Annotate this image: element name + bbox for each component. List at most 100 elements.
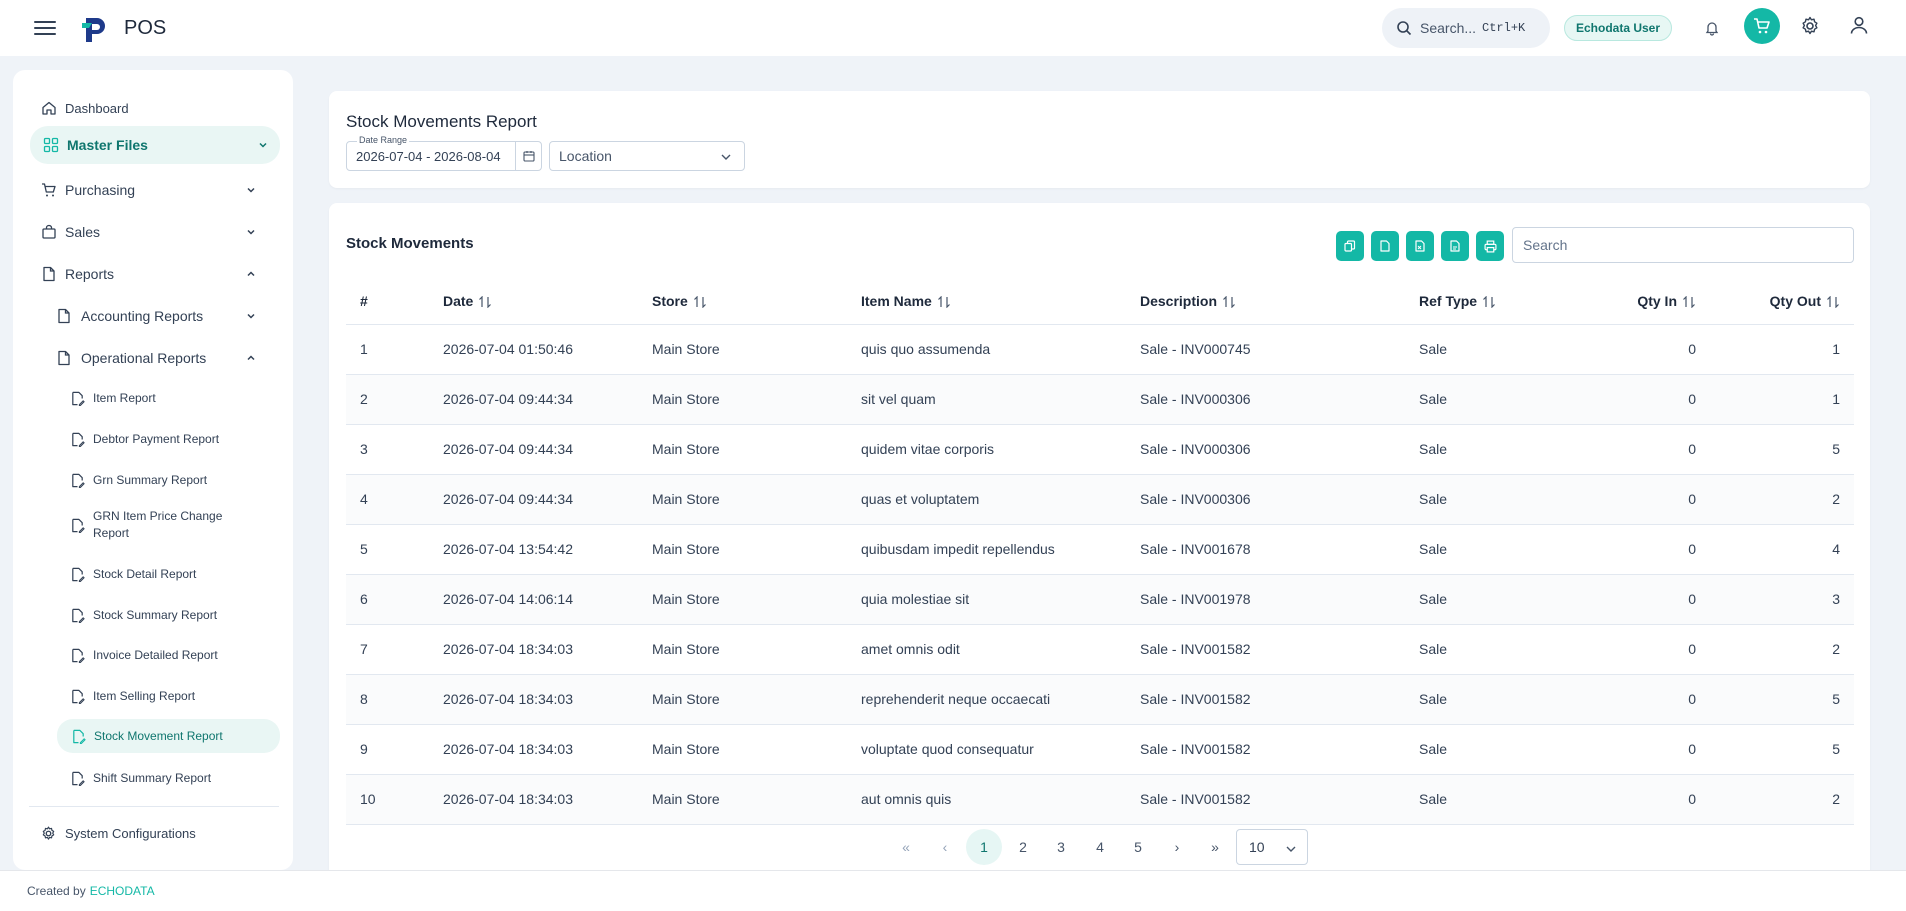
file-pdf-icon bbox=[1450, 240, 1460, 252]
copy-icon bbox=[1344, 240, 1356, 252]
export-pdf-button[interactable] bbox=[1441, 231, 1469, 261]
sidebar-item-stock-summary-report[interactable]: Stock Summary Report bbox=[70, 603, 217, 627]
chevron-down-icon bbox=[247, 229, 255, 235]
grid-icon bbox=[43, 137, 59, 153]
column-header-item-name[interactable]: Item Name bbox=[847, 278, 1126, 325]
sidebar-item-stock-movement-report[interactable]: Stock Movement Report bbox=[57, 719, 280, 753]
page-button-4[interactable]: 4 bbox=[1082, 829, 1118, 865]
sort-icon[interactable] bbox=[1482, 296, 1496, 309]
table-row[interactable]: 7 2026-07-04 18:34:03 Main Store amet omnis… bbox=[346, 624, 1854, 675]
export-excel-button[interactable] bbox=[1406, 231, 1434, 261]
chevron-up-icon bbox=[247, 355, 255, 361]
sort-icon[interactable] bbox=[937, 296, 951, 309]
sidebar-item-label: System Configurations bbox=[65, 825, 196, 841]
table-row[interactable]: 5 2026-07-04 13:54:42 Main Store quibusdam … bbox=[346, 524, 1854, 575]
first-page-button[interactable]: « bbox=[888, 829, 924, 865]
file-icon bbox=[1380, 240, 1390, 252]
table-row[interactable]: 1 2026-07-04 01:50:46 Main Store quis quo a… bbox=[346, 324, 1854, 375]
rows-per-page-select[interactable]: 10 bbox=[1236, 829, 1308, 865]
sidebar-item-label: Master Files bbox=[67, 137, 148, 153]
sidebar-item-label: Shift Summary Report bbox=[93, 771, 212, 785]
sidebar-item-item-report[interactable]: Item Report bbox=[70, 386, 156, 410]
file-edit-icon bbox=[72, 567, 85, 582]
print-button[interactable] bbox=[1476, 231, 1504, 261]
column-header-description[interactable]: Description bbox=[1126, 278, 1405, 325]
table-row[interactable]: 2 2026-07-04 09:44:34 Main Store sit vel qu… bbox=[346, 374, 1854, 425]
global-search[interactable]: Search... Ctrl+K bbox=[1382, 8, 1550, 48]
footer-brand-link[interactable]: ECHODATA bbox=[90, 884, 155, 898]
search-icon bbox=[1397, 21, 1412, 36]
stock-movements-card: Stock Movements # Date Store Item Name D… bbox=[329, 203, 1870, 911]
sidebar-item-master-files[interactable]: Master Files bbox=[30, 126, 280, 164]
page-button-3[interactable]: 3 bbox=[1043, 829, 1079, 865]
bag-icon bbox=[42, 224, 56, 239]
sidebar-item-accounting-reports[interactable]: Accounting Reports bbox=[56, 303, 280, 329]
table-title: Stock Movements bbox=[346, 235, 474, 252]
sidebar-item-system-configurations[interactable]: System Configurations bbox=[41, 820, 196, 846]
table-row[interactable]: 6 2026-07-04 14:06:14 Main Store quia moles… bbox=[346, 574, 1854, 625]
sort-icon[interactable] bbox=[1826, 296, 1840, 309]
sort-icon[interactable] bbox=[693, 296, 707, 309]
prev-page-button[interactable]: ‹ bbox=[927, 829, 963, 865]
date-range-field[interactable]: Date Range 2026-07-04 - 2026-08-04 bbox=[346, 135, 542, 171]
sidebar-item-label: Operational Reports bbox=[81, 350, 207, 366]
page-button-5[interactable]: 5 bbox=[1120, 829, 1156, 865]
sidebar-item-grn-item-price-change-report[interactable]: GRN Item Price Change Report bbox=[70, 508, 250, 542]
page-button-2[interactable]: 2 bbox=[1005, 829, 1041, 865]
sidebar-item-reports[interactable]: Reports bbox=[41, 261, 280, 287]
sidebar-item-label: Accounting Reports bbox=[81, 308, 204, 324]
sidebar-item-debtor-payment-report[interactable]: Debtor Payment Report bbox=[70, 427, 219, 451]
next-page-button[interactable]: › bbox=[1159, 829, 1195, 865]
printer-icon bbox=[1483, 239, 1497, 253]
sidebar-item-label: Debtor Payment Report bbox=[93, 432, 220, 446]
file-icon bbox=[43, 266, 55, 282]
sidebar-item-item-selling-report[interactable]: Item Selling Report bbox=[70, 684, 195, 708]
location-select[interactable]: Location bbox=[549, 141, 745, 171]
column-header-store[interactable]: Store bbox=[638, 278, 847, 325]
sidebar-item-stock-detail-report[interactable]: Stock Detail Report bbox=[70, 562, 196, 586]
menu-icon[interactable] bbox=[34, 18, 56, 38]
sidebar-item-shift-summary-report[interactable]: Shift Summary Report bbox=[70, 766, 211, 790]
search-shortcut: Ctrl+K bbox=[1482, 21, 1526, 35]
pagination: « ‹ 1 2 3 4 5 › » 10 bbox=[329, 829, 1870, 865]
sort-icon[interactable] bbox=[1682, 296, 1696, 309]
export-csv-button[interactable] bbox=[1371, 231, 1399, 261]
table-row[interactable]: 8 2026-07-04 18:34:03 Main Store reprehende… bbox=[346, 674, 1854, 725]
user-icon[interactable] bbox=[1846, 12, 1872, 38]
table-row[interactable]: 10 2026-07-04 18:34:03 Main Store aut omnis… bbox=[346, 774, 1854, 825]
table-row[interactable]: 4 2026-07-04 09:44:34 Main Store quas et vo… bbox=[346, 474, 1854, 525]
cart-button[interactable] bbox=[1744, 8, 1780, 44]
sidebar-item-label: Stock Summary Report bbox=[93, 608, 218, 622]
gear-icon bbox=[42, 826, 55, 840]
gear-icon[interactable] bbox=[1798, 14, 1822, 38]
sidebar-item-label: Item Report bbox=[93, 391, 156, 405]
table-row[interactable]: 9 2026-07-04 18:34:03 Main Store voluptate … bbox=[346, 724, 1854, 775]
sort-icon[interactable] bbox=[1222, 296, 1236, 309]
table-row[interactable]: 3 2026-07-04 09:44:34 Main Store quidem vit… bbox=[346, 424, 1854, 475]
sidebar-item-operational-reports[interactable]: Operational Reports bbox=[56, 345, 280, 371]
page-button-1[interactable]: 1 bbox=[966, 829, 1002, 865]
calendar-icon[interactable] bbox=[515, 142, 541, 170]
sidebar-item-grn-summary-report[interactable]: Grn Summary Report bbox=[70, 468, 207, 492]
column-header-ref-type[interactable]: Ref Type bbox=[1405, 278, 1565, 325]
file-icon bbox=[58, 308, 70, 324]
sidebar-item-purchasing[interactable]: Purchasing bbox=[41, 177, 280, 203]
sidebar-item-label: Dashboard bbox=[65, 100, 129, 116]
sidebar-item-dashboard[interactable]: Dashboard bbox=[41, 95, 129, 121]
user-badge[interactable]: Echodata User bbox=[1564, 15, 1673, 41]
table-search-input[interactable] bbox=[1512, 227, 1854, 263]
bell-icon[interactable] bbox=[1700, 16, 1724, 40]
copy-button[interactable] bbox=[1336, 231, 1364, 261]
search-placeholder: Search... bbox=[1420, 20, 1477, 36]
sidebar-item-sales[interactable]: Sales bbox=[41, 219, 280, 245]
column-header-qty-in[interactable]: Qty In bbox=[1565, 278, 1710, 325]
file-edit-icon bbox=[72, 608, 85, 623]
file-icon bbox=[58, 350, 70, 366]
last-page-button[interactable]: » bbox=[1197, 829, 1233, 865]
sort-icon[interactable] bbox=[478, 296, 492, 309]
column-header-qty-out[interactable]: Qty Out bbox=[1710, 278, 1854, 325]
sidebar-item-label: Grn Summary Report bbox=[93, 473, 208, 487]
rows-per-page-value: 10 bbox=[1249, 839, 1265, 855]
sidebar-item-invoice-detailed-report[interactable]: Invoice Detailed Report bbox=[70, 643, 218, 667]
column-header-date[interactable]: Date bbox=[429, 278, 638, 325]
